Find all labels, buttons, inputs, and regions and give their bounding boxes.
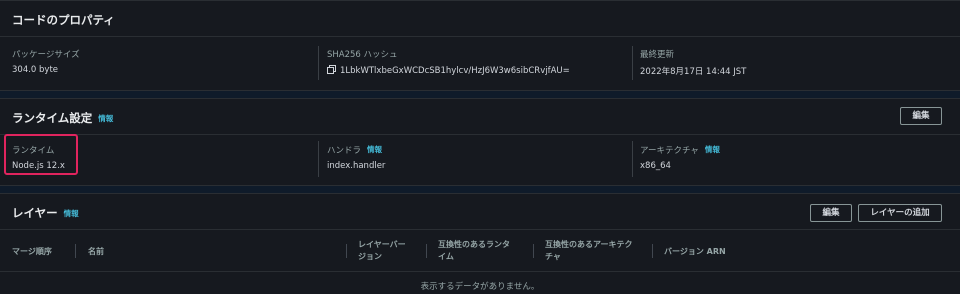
col-compat-runtime-line2: イム <box>438 252 454 261</box>
runtime-settings-title-text: ランタイム設定 <box>12 111 93 125</box>
package-size-value: 304.0 byte <box>12 65 59 75</box>
col-compatible-architectures[interactable]: 互換性のあるアーキテク チャ <box>545 239 633 263</box>
handler-label-row: ハンドラ 情報 <box>327 144 385 156</box>
code-properties-panel: コードのプロパティ パッケージサイズ 304.0 byte SHA256 ハッシ… <box>0 0 960 91</box>
package-size-field: パッケージサイズ 304.0 byte <box>12 48 80 75</box>
layers-panel: レイヤー 情報 編集 レイヤーの追加 マージ順序 名前 レイヤーバー ジョン 互換性… <box>0 193 960 294</box>
architecture-field: アーキテクチャ 情報 x86_64 <box>640 144 720 171</box>
column-divider <box>426 244 427 258</box>
column-divider <box>75 244 76 258</box>
runtime-info-link[interactable]: 情報 <box>98 114 113 123</box>
column-divider <box>533 244 534 258</box>
package-size-label: パッケージサイズ <box>12 50 80 60</box>
runtime-settings-title: ランタイム設定 情報 <box>12 110 113 126</box>
sha256-value: 1LbkWTlxbeGxWCDcSB1hylcv/HzJ6W3w6sibCRvj… <box>340 66 570 76</box>
col-layer-version-line1: レイヤーバー <box>358 240 406 249</box>
col-version-arn[interactable]: バージョン ARN <box>664 246 726 258</box>
runtime-settings-panel: ランタイム設定 情報 編集 ランタイム Node.js 12.x ハンドラ 情報 i… <box>0 98 960 186</box>
handler-value: index.handler <box>327 161 386 171</box>
runtime-edit-button[interactable]: 編集 <box>900 107 942 125</box>
code-properties-title: コードのプロパティ <box>12 13 115 27</box>
divider <box>318 141 319 177</box>
handler-label: ハンドラ <box>327 146 362 156</box>
add-layer-button[interactable]: レイヤーの追加 <box>858 204 942 222</box>
layers-header: レイヤー 情報 編集 レイヤーの追加 <box>0 194 960 230</box>
architecture-value: x86_64 <box>640 161 671 171</box>
architecture-label-row: アーキテクチャ 情報 <box>640 144 720 156</box>
col-layer-version-line2: ジョン <box>358 252 382 261</box>
divider <box>632 46 633 80</box>
layers-table-divider <box>0 271 960 272</box>
code-properties-header: コードのプロパティ <box>0 1 960 37</box>
sha256-label: SHA256 ハッシュ <box>327 50 398 60</box>
layers-empty-message: 表示するデータがありません。 <box>420 282 540 292</box>
col-compat-runtime-line1: 互換性のあるランタ <box>438 240 510 249</box>
column-divider <box>346 244 347 258</box>
col-compatible-runtimes[interactable]: 互換性のあるランタ イム <box>438 239 510 263</box>
layers-info-link[interactable]: 情報 <box>64 209 79 218</box>
col-compat-arch-line2: チャ <box>545 252 561 261</box>
architecture-label: アーキテクチャ <box>640 146 699 156</box>
col-compat-arch-line1: 互換性のあるアーキテク <box>545 240 633 249</box>
col-name[interactable]: 名前 <box>88 246 104 258</box>
copy-icon[interactable] <box>327 65 336 74</box>
sha256-field: SHA256 ハッシュ 1LbkWTlxbeGxWCDcSB1hylcv/HzJ… <box>327 48 570 76</box>
sha256-value-row: 1LbkWTlxbeGxWCDcSB1hylcv/HzJ6W3w6sibCRvj… <box>327 65 570 76</box>
divider <box>318 46 319 80</box>
column-divider <box>652 244 653 258</box>
runtime-settings-header: ランタイム設定 情報 編集 <box>0 99 960 135</box>
layers-edit-button[interactable]: 編集 <box>810 204 852 222</box>
last-modified-label: 最終更新 <box>640 50 675 60</box>
col-merge-order[interactable]: マージ順序 <box>12 246 52 258</box>
last-modified-value: 2022年8月17日 14:44 JST <box>640 67 747 77</box>
col-layer-version[interactable]: レイヤーバー ジョン <box>358 239 406 263</box>
divider <box>632 141 633 177</box>
last-modified-field: 最終更新 2022年8月17日 14:44 JST <box>640 48 746 77</box>
runtime-highlight-box <box>4 134 78 175</box>
handler-info-link[interactable]: 情報 <box>367 145 382 154</box>
layers-title-text: レイヤー <box>12 206 58 220</box>
handler-field: ハンドラ 情報 index.handler <box>327 144 385 171</box>
layers-title: レイヤー 情報 <box>12 205 79 221</box>
architecture-info-link[interactable]: 情報 <box>705 145 720 154</box>
